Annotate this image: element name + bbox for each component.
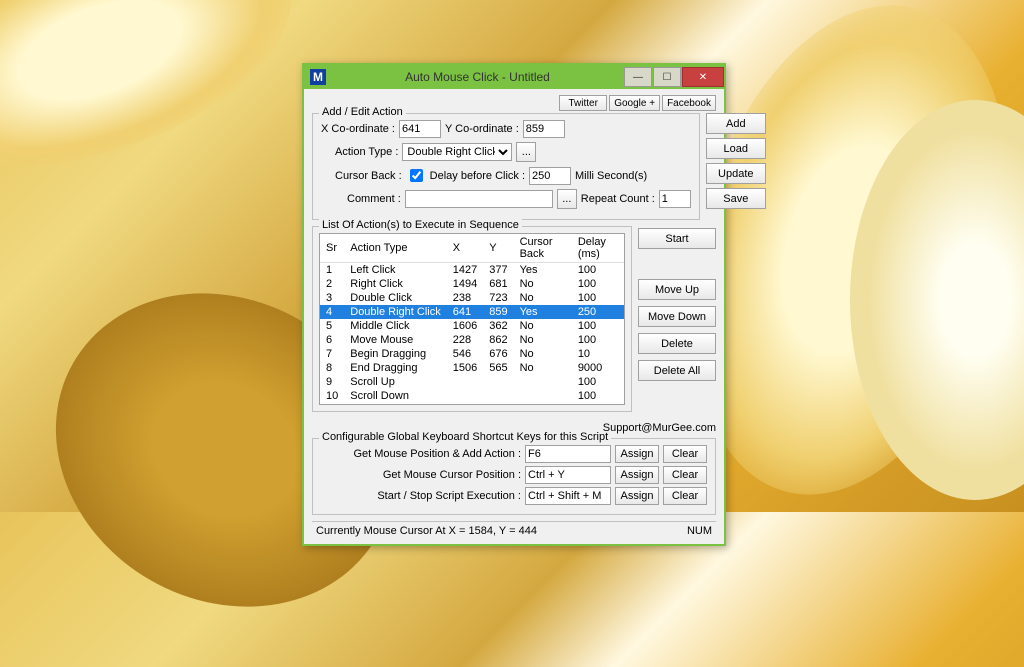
action-table[interactable]: Sr Action Type X Y Cursor Back Delay (ms…	[319, 233, 625, 405]
window-title: Auto Mouse Click - Untitled	[332, 70, 623, 84]
maximize-button[interactable]: ☐	[653, 67, 681, 87]
load-button[interactable]: Load	[706, 138, 766, 159]
deleteall-button[interactable]: Delete All	[638, 360, 716, 381]
status-num: NUM	[687, 525, 712, 537]
table-row[interactable]: 3Double Click238723No100	[320, 291, 624, 305]
browse-button[interactable]: ...	[516, 142, 536, 162]
shortcuts-legend: Configurable Global Keyboard Shortcut Ke…	[319, 431, 611, 443]
add-edit-fieldset: Add / Edit Action X Co-ordinate : Y Co-o…	[312, 113, 700, 220]
xcoord-label: X Co-ordinate :	[321, 123, 395, 135]
shortcut1-input[interactable]	[525, 445, 611, 463]
comment-input[interactable]	[405, 190, 553, 208]
clear1-button[interactable]: Clear	[663, 445, 707, 463]
table-row[interactable]: 11Press Enter100	[320, 403, 624, 405]
xcoord-input[interactable]	[399, 120, 441, 138]
twitter-button[interactable]: Twitter	[559, 95, 607, 111]
ycoord-label: Y Co-ordinate :	[445, 123, 519, 135]
comment-ext-button[interactable]: ...	[557, 189, 577, 209]
moveup-button[interactable]: Move Up	[638, 279, 716, 300]
table-row[interactable]: 2Right Click1494681No100	[320, 277, 624, 291]
shortcuts-fieldset: Configurable Global Keyboard Shortcut Ke…	[312, 438, 716, 515]
movedown-button[interactable]: Move Down	[638, 306, 716, 327]
table-row[interactable]: 5Middle Click1606362No100	[320, 319, 624, 333]
cursor-back-checkbox[interactable]	[410, 169, 423, 182]
delay-label: Delay before Click :	[430, 170, 525, 182]
col-delay[interactable]: Delay (ms)	[572, 234, 624, 263]
shortcut2-input[interactable]	[525, 466, 611, 484]
shortcut3-label: Start / Stop Script Execution :	[321, 490, 521, 502]
table-row[interactable]: 7Begin Dragging546676No10	[320, 347, 624, 361]
table-row[interactable]: 8End Dragging1506565No9000	[320, 361, 624, 375]
app-window: M Auto Mouse Click - Untitled — ☐ ✕ Twit…	[302, 63, 726, 546]
clear2-button[interactable]: Clear	[663, 466, 707, 484]
add-button[interactable]: Add	[706, 113, 766, 134]
ycoord-input[interactable]	[523, 120, 565, 138]
table-row[interactable]: 9Scroll Up100	[320, 375, 624, 389]
action-type-label: Action Type :	[335, 146, 398, 158]
col-y[interactable]: Y	[483, 234, 513, 263]
minimize-button[interactable]: —	[624, 67, 652, 87]
repeat-label: Repeat Count :	[581, 193, 655, 205]
action-type-select[interactable]: Double Right Click	[402, 143, 512, 161]
repeat-input[interactable]	[659, 190, 691, 208]
col-x[interactable]: X	[447, 234, 483, 263]
assign3-button[interactable]: Assign	[615, 487, 659, 505]
close-button[interactable]: ✕	[682, 67, 724, 87]
shortcut2-label: Get Mouse Cursor Position :	[321, 469, 521, 481]
table-row[interactable]: 6Move Mouse228862No100	[320, 333, 624, 347]
col-type[interactable]: Action Type	[344, 234, 446, 263]
delay-input[interactable]	[529, 167, 571, 185]
delete-button[interactable]: Delete	[638, 333, 716, 354]
delay-unit-label: Milli Second(s)	[575, 170, 647, 182]
status-bar: Currently Mouse Cursor At X = 1584, Y = …	[312, 521, 716, 540]
table-row[interactable]: 4Double Right Click641859Yes250	[320, 305, 624, 319]
update-button[interactable]: Update	[706, 163, 766, 184]
cursor-back-label: Cursor Back :	[335, 170, 402, 182]
assign2-button[interactable]: Assign	[615, 466, 659, 484]
app-icon: M	[310, 69, 326, 85]
assign1-button[interactable]: Assign	[615, 445, 659, 463]
status-cursor: Currently Mouse Cursor At X = 1584, Y = …	[316, 525, 537, 537]
clear3-button[interactable]: Clear	[663, 487, 707, 505]
add-edit-legend: Add / Edit Action	[319, 106, 406, 118]
save-button[interactable]: Save	[706, 188, 766, 209]
table-row[interactable]: 1Left Click1427377Yes100	[320, 263, 624, 278]
shortcut3-input[interactable]	[525, 487, 611, 505]
client-area: Twitter Google + Facebook Add / Edit Act…	[304, 89, 724, 544]
google-button[interactable]: Google +	[609, 95, 660, 111]
comment-label: Comment :	[347, 193, 401, 205]
table-row[interactable]: 10Scroll Down100	[320, 389, 624, 403]
facebook-button[interactable]: Facebook	[662, 95, 716, 111]
shortcut1-label: Get Mouse Position & Add Action :	[321, 448, 521, 460]
titlebar[interactable]: M Auto Mouse Click - Untitled — ☐ ✕	[304, 65, 724, 89]
col-sr[interactable]: Sr	[320, 234, 344, 263]
start-button[interactable]: Start	[638, 228, 716, 249]
col-cb[interactable]: Cursor Back	[514, 234, 572, 263]
list-fieldset: List Of Action(s) to Execute in Sequence…	[312, 226, 632, 412]
list-legend: List Of Action(s) to Execute in Sequence	[319, 219, 522, 231]
